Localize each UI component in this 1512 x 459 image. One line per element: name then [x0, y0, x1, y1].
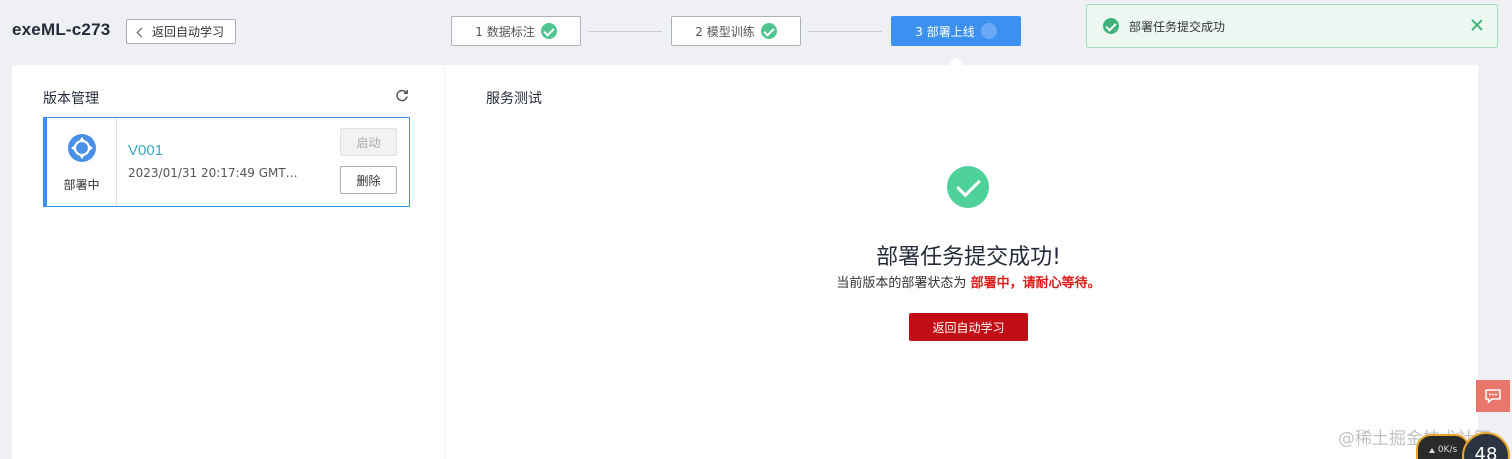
success-check-icon [947, 166, 989, 208]
step-connector [808, 31, 882, 32]
status-label: 部署中 [63, 178, 100, 192]
back-button-label: 返回自动学习 [151, 25, 224, 39]
progress-circle-icon [980, 23, 997, 39]
success-title: 部署任务提交成功! [876, 245, 1061, 270]
step-label: 1 数据标注 [475, 24, 535, 39]
check-circle-icon [540, 23, 557, 39]
deploying-icon [67, 134, 96, 162]
step-label: 2 模型训练 [695, 24, 755, 39]
status-prefix: 当前版本的部署状态为 [836, 276, 967, 291]
check-circle-icon [1103, 18, 1119, 34]
chevron-left-icon [136, 27, 147, 37]
service-test-title: 服务测试 [486, 91, 542, 107]
net-speed: 0K/s [1437, 445, 1458, 455]
back-to-automl-button[interactable]: 返回自动学习 [126, 19, 236, 44]
close-icon[interactable] [1469, 17, 1485, 33]
gauge-value: 48 [1474, 444, 1498, 459]
success-toast: 部署任务提交成功 [1086, 4, 1498, 48]
deploy-status-text: 当前版本的部署状态为 部署中，请耐心等待。 [445, 272, 1492, 291]
service-test-panel: 服务测试 部署任务提交成功! 当前版本的部署状态为 部署中，请耐心等待。 返回自… [445, 65, 1478, 459]
step-connector [588, 31, 662, 32]
version-panel-title: 版本管理 [43, 91, 99, 107]
delete-button[interactable]: 删除 [340, 166, 397, 194]
version-panel: 版本管理 部署中 V001 2023/01/31 20:17:49 GMT+08… [12, 65, 444, 459]
return-to-automl-button[interactable]: 返回自动学习 [909, 313, 1028, 341]
step-label: 3 部署上线 [915, 24, 975, 39]
check-circle-icon [760, 23, 777, 39]
arrow-up-icon [1428, 447, 1435, 453]
step-deploy[interactable]: 3 部署上线 [891, 16, 1021, 46]
refresh-icon[interactable] [395, 89, 409, 103]
toast-message: 部署任务提交成功 [1129, 19, 1226, 34]
chat-bubble-icon [1485, 389, 1501, 404]
version-time: 2023/01/31 20:17:49 GMT+08:00 [128, 166, 298, 180]
version-name[interactable]: V001 [128, 142, 163, 159]
version-status: 部署中 [47, 118, 117, 206]
status-highlight: 部署中，请耐心等待。 [970, 276, 1101, 291]
step-data-labeling[interactable]: 1 数据标注 [451, 16, 581, 46]
feedback-button[interactable] [1476, 380, 1510, 412]
version-card[interactable]: 部署中 V001 2023/01/31 20:17:49 GMT+08:00 启… [43, 117, 410, 207]
app-title: exeML-c273 [12, 20, 111, 39]
start-button[interactable]: 启动 [340, 128, 397, 156]
step-model-training[interactable]: 2 模型训练 [671, 16, 801, 46]
